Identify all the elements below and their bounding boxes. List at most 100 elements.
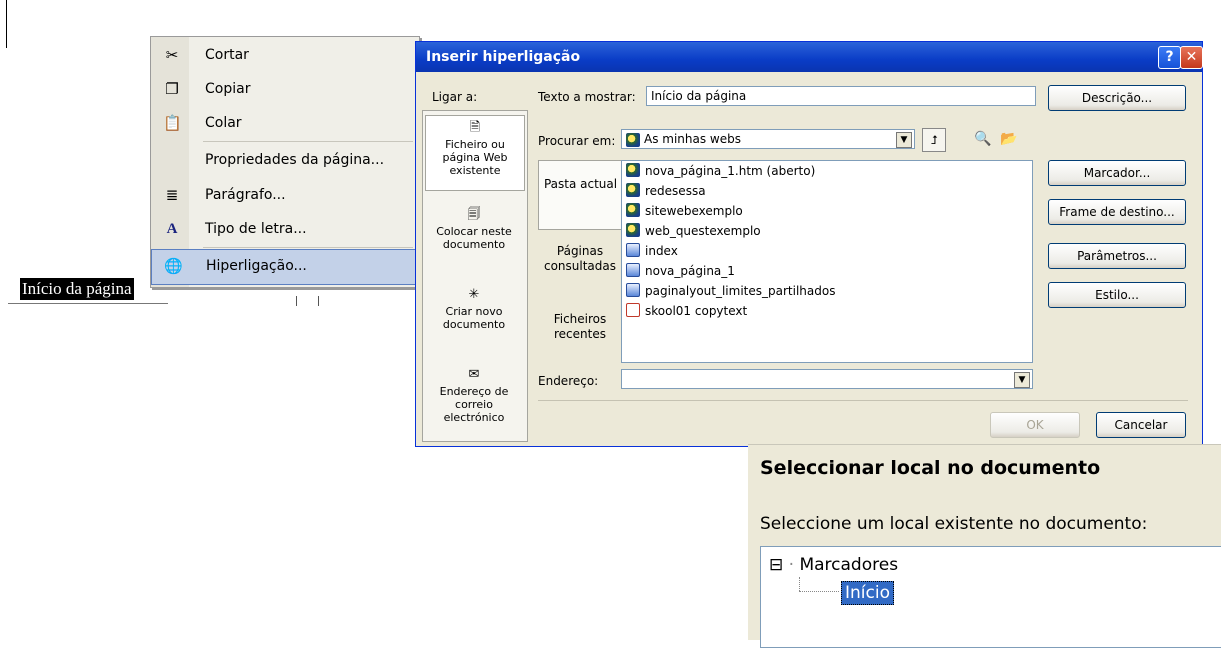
file-name: nova_página_1 [645, 264, 735, 278]
tab-label: Páginas consultadas [543, 244, 617, 273]
bookmark-button[interactable]: Marcador... [1048, 160, 1186, 186]
file-name: nova_página_1.htm (aberto) [645, 164, 816, 178]
location-prompt: Seleccione um local existente no documen… [760, 514, 1148, 534]
browse-web-button[interactable]: 🔍 [972, 128, 994, 150]
list-item[interactable]: index [626, 243, 678, 263]
ok-button[interactable]: OK [990, 412, 1080, 438]
list-item[interactable]: web_questexemplo [626, 223, 761, 243]
list-item[interactable]: nova_página_1.htm (aberto) [626, 163, 815, 183]
web-folder-icon [626, 223, 640, 237]
nav-label: Endereço de correio electrónico [439, 385, 509, 424]
context-menu: ✂ Cortar ❐ Copiar 📋 Colar Propriedades d… [150, 36, 420, 288]
menu-item-page-properties[interactable]: Propriedades da página... [151, 144, 419, 178]
target-frame-button[interactable]: Frame de destino... [1048, 199, 1186, 225]
nav-label: Colocar neste documento [436, 225, 512, 251]
tab-browsed-pages[interactable]: Páginas consultadas [538, 244, 622, 284]
menu-item-font[interactable]: A Tipo de letra... [151, 213, 419, 247]
tree-connector [799, 577, 801, 591]
list-item[interactable]: nova_página_1 [626, 263, 735, 283]
text-file-icon [626, 303, 640, 317]
file-name: skool01 copytext [645, 304, 748, 318]
menu-separator [203, 141, 413, 142]
ruler-tick [296, 296, 297, 306]
address-input[interactable]: ▼ [621, 369, 1033, 389]
selected-document-text[interactable]: Início da página [20, 278, 134, 300]
menu-item-label: Propriedades da página... [205, 152, 385, 168]
dialog-title-bar: Inserir hiperligação ? ✕ [416, 42, 1203, 72]
chevron-down-icon[interactable]: ▼ [896, 132, 912, 148]
list-item[interactable]: redesessa [626, 183, 706, 203]
dialog-title-bar: Seleccionar local no documento [748, 444, 1221, 489]
nav-email-address[interactable]: ✉ Endereço de correio electrónico [425, 367, 523, 437]
tab-label: Pasta actual [543, 177, 618, 191]
menu-item-label: Hiperligação... [206, 258, 307, 274]
help-button[interactable]: ? [1158, 46, 1181, 69]
menu-item-paste[interactable]: 📋 Colar [151, 107, 419, 141]
new-document-icon: ✳ [468, 287, 480, 302]
hyperlink-globe-icon: 🌐 [164, 257, 183, 275]
nav-place-in-document[interactable]: 🗐 Colocar neste documento [425, 207, 523, 267]
menu-item-paragraph[interactable]: ≣ Parágrafo... [151, 179, 419, 213]
copy-icon: ❐ [165, 80, 179, 98]
nav-existing-file[interactable]: 🗎 Ficheiro ou página Web existente [425, 115, 525, 191]
file-name: web_questexemplo [645, 224, 761, 238]
select-location-dialog: Seleccionar local no documento Seleccion… [748, 444, 1221, 648]
email-icon: ✉ [468, 367, 480, 382]
nav-label: Ficheiro ou página Web existente [442, 138, 508, 177]
tab-recent-files[interactable]: Ficheiros recentes [538, 312, 622, 352]
page-icon [626, 283, 640, 297]
list-item[interactable]: skool01 copytext [626, 303, 747, 323]
font-icon: A [166, 221, 178, 237]
menu-item-label: Colar [205, 115, 242, 131]
menu-item-label: Cortar [205, 47, 249, 63]
style-button[interactable]: Estilo... [1048, 282, 1186, 308]
open-folder-icon: 📂 [1000, 131, 1018, 147]
menu-item-hyperlink[interactable]: 🌐 Hiperligação... [151, 249, 417, 285]
link-to-nav: 🗎 Ficheiro ou página Web existente 🗐 Col… [422, 110, 528, 442]
text-to-display-label: Texto a mostrar: [538, 90, 636, 104]
ruler-tick [318, 296, 319, 306]
collapse-icon[interactable]: ⊟ [769, 555, 783, 575]
tree-node-bookmarks[interactable]: ⊟ · Marcadores [769, 555, 898, 575]
parameters-button[interactable]: Parâmetros... [1048, 243, 1186, 269]
list-item[interactable]: paginalyout_limites_partilhados [626, 283, 835, 303]
look-in-value: As minhas webs [644, 132, 741, 146]
menu-item-label: Tipo de letra... [205, 221, 307, 237]
browse-file-button[interactable]: 📂 [998, 128, 1020, 150]
menu-item-label: Parágrafo... [205, 187, 286, 203]
paragraph-icon: ≣ [165, 186, 179, 204]
browse-web-icon: 🔍 [974, 131, 992, 147]
up-folder-button[interactable]: ⮥ [922, 128, 946, 152]
list-item[interactable]: sitewebexemplo [626, 203, 743, 223]
tab-current-folder[interactable]: Pasta actual [538, 160, 622, 230]
description-button[interactable]: Descrição... [1048, 85, 1186, 111]
menu-item-copy[interactable]: ❐ Copiar [151, 73, 419, 107]
text-to-display-input[interactable]: Início da página [646, 86, 1036, 106]
document-ruler-line [8, 303, 168, 304]
tree-node-inicio[interactable]: Início [841, 581, 894, 605]
divider [538, 400, 1188, 401]
web-folder-icon [626, 183, 640, 197]
tree-node-label: Marcadores [799, 555, 899, 575]
nav-new-document[interactable]: ✳ Criar novo documento [425, 287, 523, 347]
file-name: redesessa [645, 184, 706, 198]
tree-node-label: Início [845, 583, 890, 603]
document-edge-line [6, 0, 7, 48]
link-to-label: Ligar a: [432, 90, 478, 104]
file-list: nova_página_1.htm (aberto) redesessa sit… [621, 160, 1033, 363]
tab-label: Ficheiros recentes [553, 312, 607, 341]
look-in-select[interactable]: As minhas webs ▼ [621, 129, 915, 149]
tree-connector [799, 591, 839, 593]
file-name: sitewebexemplo [645, 204, 743, 218]
menu-item-cut[interactable]: ✂ Cortar [151, 39, 419, 73]
bookmark-tree: ⊟ · Marcadores Início [760, 546, 1221, 648]
cancel-button[interactable]: Cancelar [1096, 412, 1186, 438]
menu-separator [203, 247, 413, 248]
browse-tabs: Pasta actual Páginas consultadas Ficheir… [538, 160, 622, 360]
chevron-down-icon[interactable]: ▼ [1014, 372, 1030, 388]
paste-icon: 📋 [163, 114, 182, 132]
insert-hyperlink-dialog: Inserir hiperligação ? ✕ Ligar a: Texto … [415, 41, 1203, 447]
dialog-title: Inserir hiperligação [426, 49, 581, 65]
page-icon [626, 263, 640, 277]
close-button[interactable]: ✕ [1180, 46, 1203, 69]
